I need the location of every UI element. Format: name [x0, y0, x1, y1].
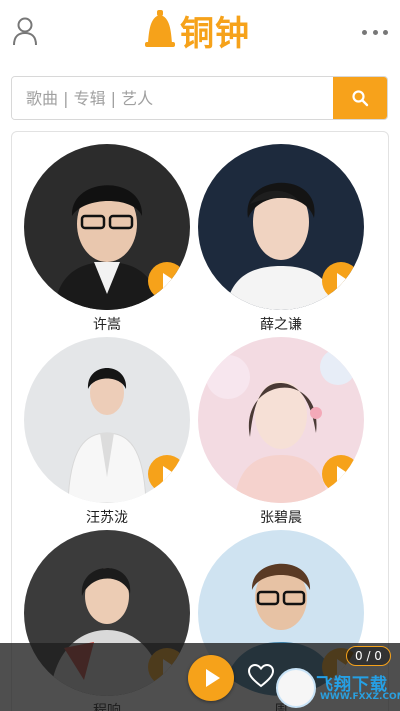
- artist-avatar[interactable]: [24, 144, 190, 310]
- player-play-button[interactable]: [188, 655, 234, 701]
- artist-name: 许嵩: [93, 317, 121, 333]
- user-icon[interactable]: [12, 16, 38, 46]
- play-button[interactable]: [148, 262, 186, 300]
- more-dot: [362, 29, 367, 35]
- more-dot: [383, 29, 388, 35]
- more-icon[interactable]: [362, 24, 388, 40]
- search-icon: [352, 90, 369, 107]
- artist-avatar[interactable]: [198, 144, 364, 310]
- watermark-subtext: WWW.FXXZ.COM: [320, 692, 400, 702]
- artist-panel: 许嵩 薛之谦 汪苏泷 张碧晨: [11, 131, 389, 711]
- top-bar: 铜钟: [0, 0, 400, 64]
- artist-name: 汪苏泷: [86, 510, 128, 526]
- artist-card[interactable]: 薛之谦: [198, 144, 366, 333]
- heart-icon[interactable]: [248, 664, 274, 688]
- play-button[interactable]: [148, 455, 186, 493]
- artist-name: 张碧晨: [260, 510, 302, 526]
- artist-name: 薛之谦: [260, 317, 302, 333]
- search-button[interactable]: [333, 77, 387, 119]
- more-dot: [372, 29, 378, 35]
- watermark-logo: 飞翔下载 WWW.FXXZ.COM: [276, 668, 400, 708]
- watermark-icon: [276, 668, 316, 708]
- app-title: 铜钟: [180, 13, 250, 54]
- artist-card[interactable]: 张碧晨: [198, 337, 366, 526]
- artist-avatar[interactable]: [198, 337, 364, 503]
- artist-card[interactable]: 许嵩: [24, 144, 192, 333]
- search-input[interactable]: [12, 77, 333, 119]
- play-button[interactable]: [322, 262, 360, 300]
- app-logo: 铜钟: [142, 8, 250, 54]
- playlist-counter: 0 / 0: [346, 646, 391, 666]
- artist-card[interactable]: 汪苏泷: [24, 337, 192, 526]
- play-button[interactable]: [322, 455, 360, 493]
- search-bar: [11, 76, 388, 120]
- artist-avatar[interactable]: [24, 337, 190, 503]
- bell-icon: [145, 10, 175, 47]
